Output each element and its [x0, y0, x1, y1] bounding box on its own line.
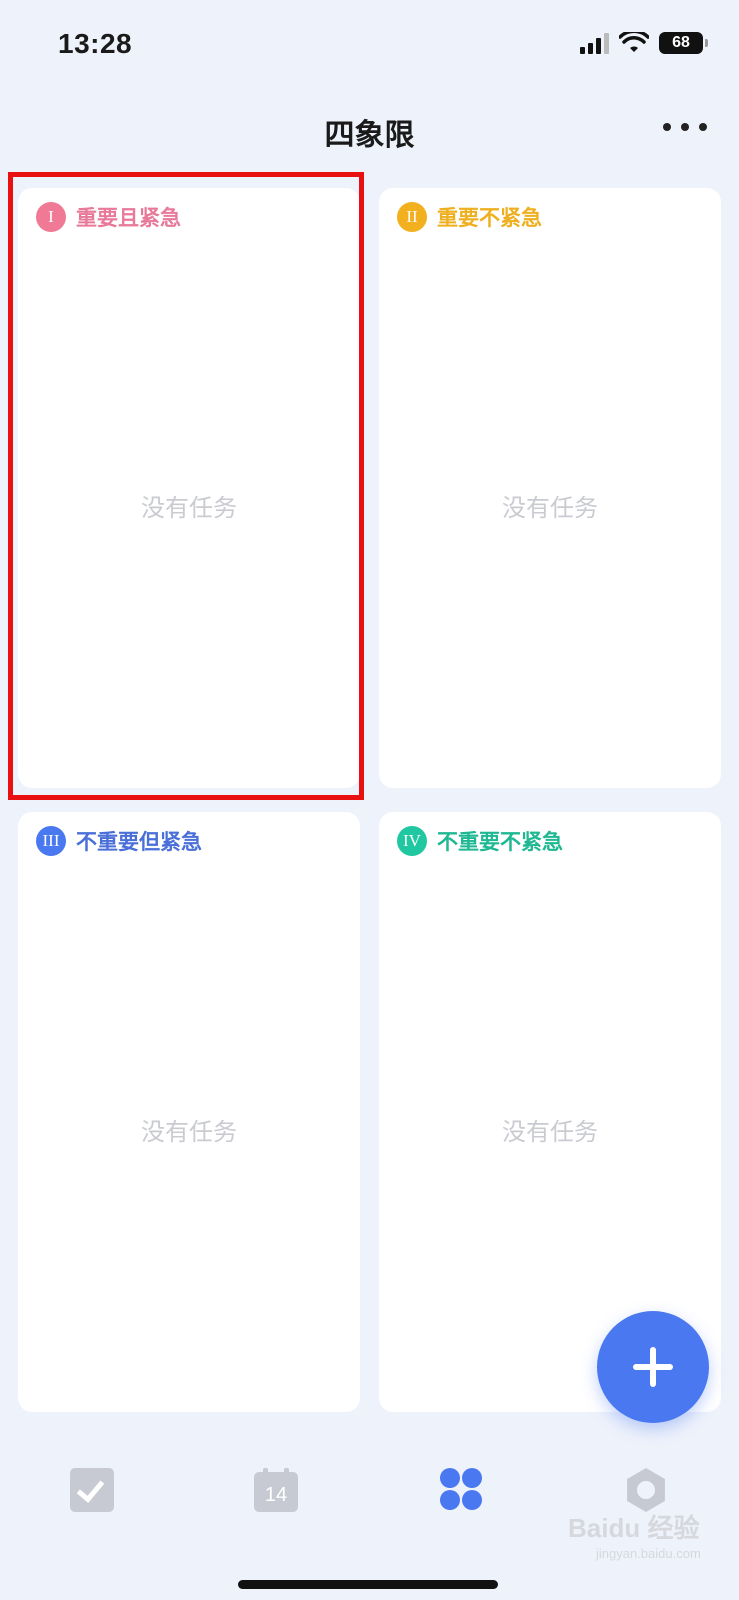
status-indicators: 68	[580, 32, 708, 54]
calendar-icon: 14	[254, 1472, 298, 1512]
empty-state-text: 没有任务	[502, 494, 598, 522]
dot-icon	[663, 123, 671, 131]
tab-calendar[interactable]: 14	[254, 1468, 298, 1512]
quadrant-not-important-urgent[interactable]: III 不重要但紧急 没有任务	[18, 812, 360, 1412]
tab-quadrant[interactable]	[440, 1468, 484, 1512]
cellular-signal-icon	[580, 32, 609, 54]
tab-tasks[interactable]	[70, 1468, 114, 1512]
home-indicator	[238, 1580, 498, 1589]
empty-state-text: 没有任务	[141, 1118, 237, 1146]
watermark-logo: Baidu 经验	[568, 1513, 700, 1543]
quadrant-number-badge: IV	[397, 826, 427, 856]
quadrant-number-badge: III	[36, 826, 66, 856]
checkbox-icon	[70, 1468, 114, 1512]
highlight-annotation-box	[8, 172, 364, 800]
quadrant-icon	[440, 1468, 460, 1488]
status-time: 13:28	[58, 28, 133, 59]
wifi-icon	[619, 32, 649, 52]
dot-icon	[681, 123, 689, 131]
quadrant-title: 不重要不紧急	[437, 830, 563, 854]
add-task-button[interactable]	[597, 1311, 709, 1423]
more-options-button[interactable]	[663, 112, 707, 142]
quadrant-important-not-urgent[interactable]: II 重要不紧急 没有任务	[379, 188, 721, 788]
tab-settings[interactable]	[624, 1468, 668, 1512]
empty-state-text: 没有任务	[502, 1118, 598, 1146]
dot-icon	[699, 123, 707, 131]
watermark-url: jingyan.baidu.com	[596, 1546, 701, 1561]
quadrant-title: 重要不紧急	[437, 206, 542, 230]
quadrant-title: 不重要但紧急	[76, 830, 202, 854]
quadrant-header: IV 不重要不紧急	[397, 826, 563, 856]
quadrant-header: II 重要不紧急	[397, 202, 542, 232]
quadrant-number-badge: II	[397, 202, 427, 232]
quadrant-header: III 不重要但紧急	[36, 826, 202, 856]
battery-icon: 68	[659, 32, 708, 54]
page-title: 四象限	[324, 118, 415, 153]
